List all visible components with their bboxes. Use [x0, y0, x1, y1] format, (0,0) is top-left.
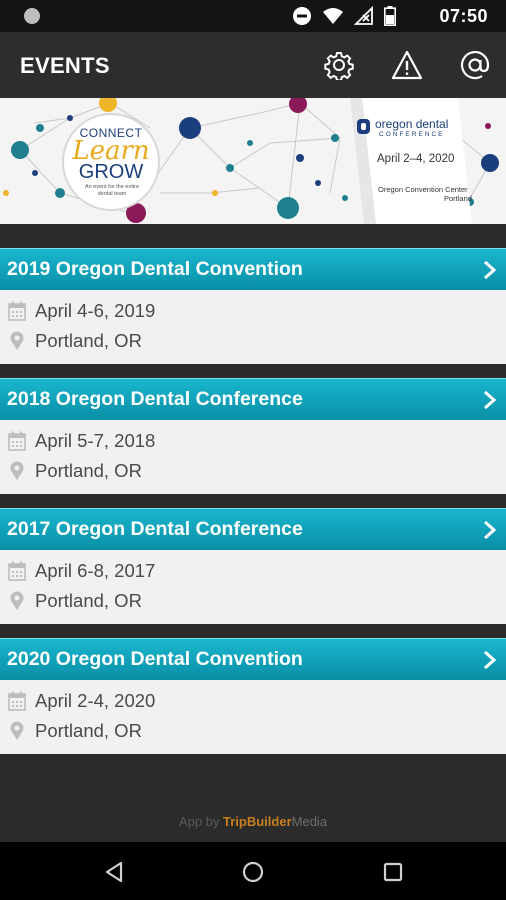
home-button[interactable]: [239, 858, 267, 886]
back-triangle-icon: [105, 861, 123, 883]
status-icons: [292, 6, 396, 26]
credit-prefix: App by: [178, 814, 224, 829]
event-dates: April 2-4, 2020: [35, 690, 156, 711]
event-location: Portland, OR: [35, 460, 142, 481]
alerts-button[interactable]: [390, 48, 424, 82]
event-location: Portland, OR: [35, 590, 142, 611]
chevron-right-icon: [484, 260, 497, 279]
event-location: Portland, OR: [35, 330, 142, 351]
event-location-row: Portland, OR: [0, 456, 506, 486]
settings-button[interactable]: [322, 48, 356, 82]
banner-logo-name: oregon dental: [375, 117, 449, 131]
banner-venue-line2: Portland: [444, 194, 472, 203]
chevron-right-icon: [484, 520, 497, 539]
event-card-header[interactable]: 2018 Oregon Dental Conference: [0, 378, 506, 420]
calendar-icon: [8, 691, 26, 711]
credit-brand-suffix: Media: [291, 814, 328, 829]
event-name: 2017 Oregon Dental Conference: [7, 518, 303, 540]
warning-icon: [391, 50, 423, 80]
recents-button[interactable]: [379, 858, 407, 886]
event-card[interactable]: 2018 Oregon Dental Conference April 5-7,…: [0, 378, 506, 494]
map-pin-icon: [8, 331, 26, 351]
event-dates-row: April 2-4, 2020: [0, 686, 506, 716]
chevron-right-icon: [484, 390, 497, 409]
notification-dot-icon: [24, 8, 40, 24]
back-button[interactable]: [100, 858, 128, 886]
event-card-body: April 6-8, 2017 Portland, OR: [0, 550, 506, 624]
event-card-header[interactable]: 2020 Oregon Dental Convention: [0, 638, 506, 680]
at-sign-icon: [460, 50, 490, 80]
banner-dates: April 2–4, 2020: [377, 153, 455, 165]
credit-brand: TripBuilder: [223, 814, 292, 829]
app-bar: EVENTS: [0, 32, 506, 98]
home-circle-icon: [242, 861, 264, 883]
map-pin-icon: [8, 461, 26, 481]
event-card-header[interactable]: 2017 Oregon Dental Conference: [0, 508, 506, 550]
event-location: Portland, OR: [35, 720, 142, 741]
event-dates-row: April 4-6, 2019: [0, 296, 506, 326]
contact-button[interactable]: [458, 48, 492, 82]
system-nav-bar: [0, 842, 506, 900]
calendar-icon: [8, 431, 26, 451]
wifi-icon: [323, 8, 343, 24]
event-card-body: April 2-4, 2020 Portland, OR: [0, 680, 506, 754]
banner-venue-line1: Oregon Convention Center: [378, 185, 468, 194]
map-pin-icon: [8, 591, 26, 611]
event-name: 2019 Oregon Dental Convention: [7, 258, 303, 280]
banner-logo-sub: CONFERENCE: [379, 131, 445, 138]
event-card[interactable]: 2017 Oregon Dental Conference April 6-8,…: [0, 508, 506, 624]
event-banner: CONNECT Learn GROW An event for the enti…: [0, 98, 506, 224]
event-dates: April 6-8, 2017: [35, 560, 156, 581]
event-location-row: Portland, OR: [0, 716, 506, 746]
event-card[interactable]: 2019 Oregon Dental Convention April 4-6,…: [0, 248, 506, 364]
chevron-right-icon: [484, 650, 497, 669]
event-card-body: April 5-7, 2018 Portland, OR: [0, 420, 506, 494]
status-bar: 07:50: [0, 0, 506, 32]
no-signal-icon: [354, 6, 373, 25]
event-name: 2020 Oregon Dental Convention: [7, 648, 303, 670]
event-location-row: Portland, OR: [0, 586, 506, 616]
event-location-row: Portland, OR: [0, 326, 506, 356]
do-not-disturb-icon: [293, 7, 311, 25]
event-dates-row: April 5-7, 2018: [0, 426, 506, 456]
tagline-grow: GROW: [78, 161, 144, 183]
oregon-dental-logo-icon: [357, 119, 370, 134]
settings-gear-icon: [324, 52, 354, 80]
event-dates: April 5-7, 2018: [35, 430, 156, 451]
recents-square-icon: [383, 862, 403, 882]
event-card-body: April 4-6, 2019 Portland, OR: [0, 290, 506, 364]
battery-icon: [384, 6, 396, 26]
tagline-sub: An event for the entire dental team: [84, 184, 140, 197]
event-card[interactable]: 2020 Oregon Dental Convention April 2-4,…: [0, 638, 506, 754]
calendar-icon: [8, 301, 26, 321]
calendar-icon: [8, 561, 26, 581]
event-dates: April 4-6, 2019: [35, 300, 156, 321]
event-card-header[interactable]: 2019 Oregon Dental Convention: [0, 248, 506, 290]
event-dates-row: April 6-8, 2017: [0, 556, 506, 586]
status-time: 07:50: [439, 6, 488, 26]
app-credit: App by TripBuilderMedia: [0, 814, 506, 842]
page-title: EVENTS: [20, 53, 110, 78]
event-name: 2018 Oregon Dental Conference: [7, 388, 303, 410]
events-list: 2019 Oregon Dental Convention April 4-6,…: [0, 224, 506, 814]
map-pin-icon: [8, 721, 26, 741]
